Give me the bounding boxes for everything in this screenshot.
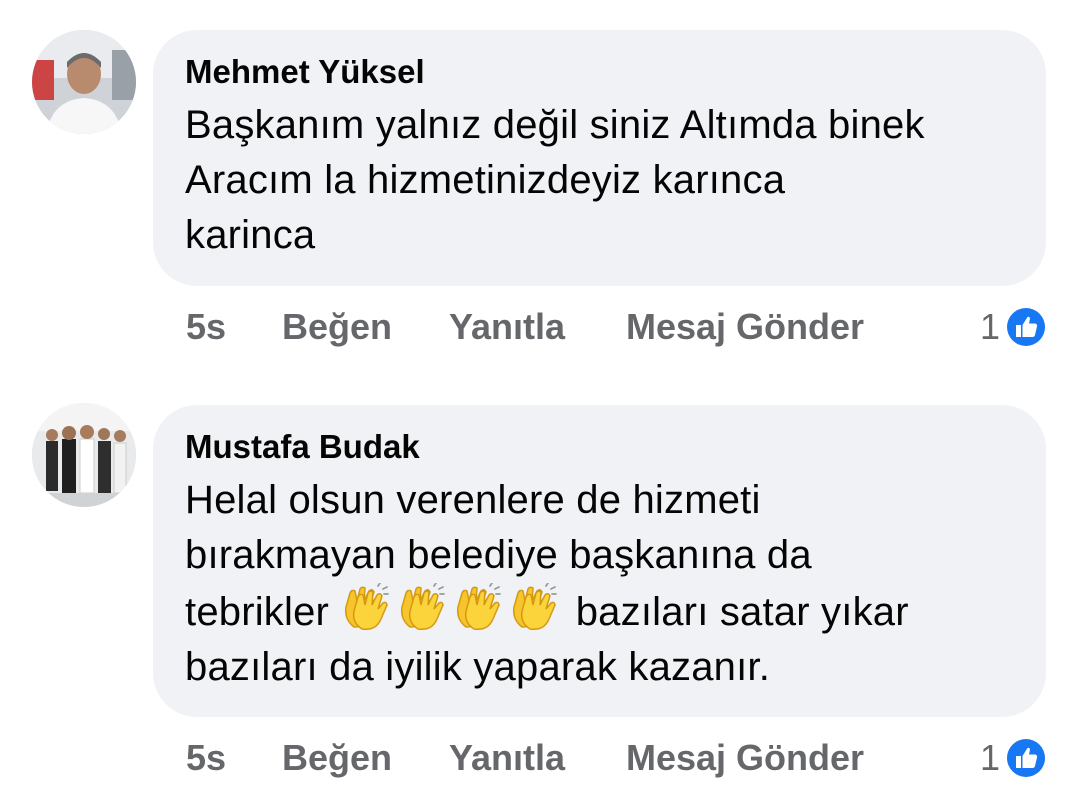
clapping-hands-icon [513,583,558,631]
comment-text-line: bırakmayan belediye başkanına da [185,533,812,577]
comment-bubble: Mustafa Budak Helal olsun verenlere de h… [153,405,1046,717]
reaction-count: 1 [979,737,1000,778]
reaction-summary[interactable]: 1 [980,302,1048,352]
comment-text: Başkanım yalnız değil siniz Altımda bine… [185,98,1016,263]
comment-text-line: tebrikler bazıları satar yıkar [185,583,1016,640]
timestamp[interactable]: 5s [186,302,226,352]
comment-actions: 5s Beğen Yanıtla Mesaj Gönder 1 [186,302,1048,352]
comment-actions: 5s Beğen Yanıtla Mesaj Gönder 1 [186,733,1048,783]
timestamp[interactable]: 5s [186,733,226,783]
reaction-count: 1 [979,306,1000,347]
like-icon [1005,306,1047,348]
comment-text-word: bazıları satar yıkar [575,590,909,634]
clapping-hands-icon [457,583,502,631]
comment-author[interactable]: Mehmet Yüksel [185,52,1016,92]
profile-photo-icon [32,30,136,134]
avatar[interactable] [32,403,136,507]
comment-text-line: karinca [185,213,316,257]
comment-text-line: Başkanım yalnız değil siniz Altımda bine… [185,103,925,147]
clapping-hands-icon [345,583,390,631]
emoji-group [340,583,564,634]
clapping-hands-icon [401,583,446,631]
reply-button[interactable]: Yanıtla [449,302,565,352]
comment-text-line: Helal olsun verenlere de hizmeti [185,478,761,522]
avatar[interactable] [32,30,136,134]
profile-photo-icon [32,403,136,507]
comment-text-word: tebrikler [185,590,330,634]
comment-text: Helal olsun verenlere de hizmeti bırakma… [185,473,1016,695]
like-button[interactable]: Beğen [282,733,392,783]
reaction-summary[interactable]: 1 [980,733,1048,783]
comment-text-line: bazıları da iyilik yaparak kazanır. [185,645,771,689]
like-icon [1005,737,1047,779]
comment-bubble: Mehmet Yüksel Başkanım yalnız değil sini… [153,30,1046,286]
send-message-button[interactable]: Mesaj Gönder [626,733,864,783]
reply-button[interactable]: Yanıtla [449,733,565,783]
comment-text-line: Aracım la hizmetinizdeyiz karınca [185,158,786,202]
send-message-button[interactable]: Mesaj Gönder [626,302,864,352]
like-button[interactable]: Beğen [282,302,392,352]
comment-author[interactable]: Mustafa Budak [185,427,1016,467]
